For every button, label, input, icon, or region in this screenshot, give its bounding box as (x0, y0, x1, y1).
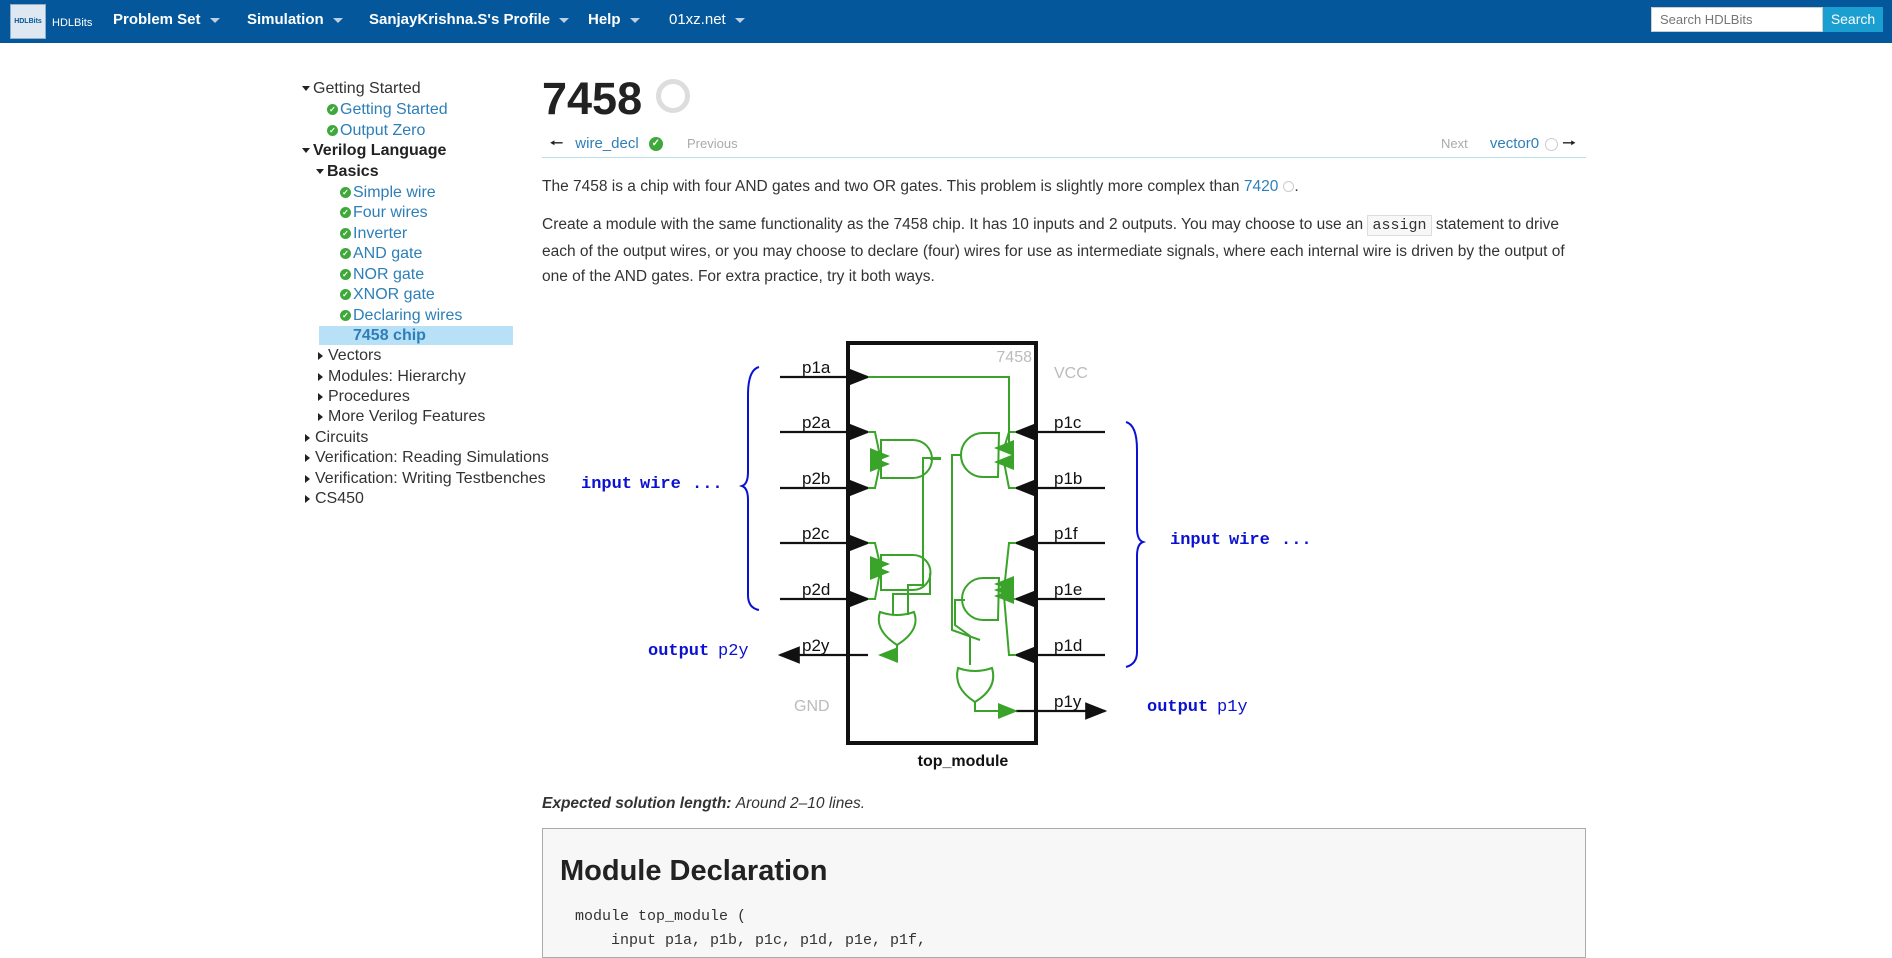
module-name: top_module (918, 753, 1009, 770)
vcc-label: VCC (1054, 365, 1088, 382)
output-p2y: p2y (718, 642, 749, 661)
module-declaration-heading: Module Declaration (560, 855, 828, 887)
pin-p1y: p1y (1054, 692, 1082, 711)
left-brace (738, 366, 760, 611)
expected-length: Expected solution length: Around 2–10 li… (542, 795, 866, 812)
pin-p2b: p2b (802, 469, 830, 488)
code-line: input p1a, p1b, p1c, p1d, p1e, p1f, (575, 932, 927, 949)
right-brace (1125, 421, 1147, 668)
gnd-label: GND (794, 698, 830, 715)
pin-p2y: p2y (802, 636, 830, 655)
pin-p2a: p2a (802, 413, 831, 432)
module-code: module top_module ( input p1a, p1b, p1c,… (575, 905, 926, 953)
pin-p1f: p1f (1054, 524, 1078, 543)
pin-p1a: p1a (802, 358, 831, 377)
pin-p1d: p1d (1054, 636, 1082, 655)
right-input-ellipsis: ... (1281, 531, 1312, 550)
pin-p1c: p1c (1054, 413, 1082, 432)
internal-wiring (868, 376, 1018, 719)
output-kw-left: output (648, 642, 709, 661)
code-line: module top_module ( (575, 908, 747, 925)
output-p1y: p1y (1217, 698, 1248, 717)
output-kw-right: output (1147, 698, 1208, 717)
left-input-kw: input (581, 475, 632, 494)
pin-p1e: p1e (1054, 580, 1082, 599)
right-input-wire: wire (1229, 531, 1270, 550)
left-input-wire: wire (640, 475, 681, 494)
pin-p2c: p2c (802, 524, 830, 543)
chip-outline (846, 341, 1038, 745)
pin-p1b: p1b (1054, 469, 1082, 488)
right-input-kw: input (1170, 531, 1221, 550)
chip-name: 7458 (996, 349, 1032, 366)
chip-7458-diagram: 7458 VCC GND top_module p1a p2a p2b p2c … (581, 341, 1312, 770)
pin-p2d: p2d (802, 580, 830, 599)
pin-labels: p1a p2a p2b p2c p2d p2y p1c p1b p1f p1e … (802, 358, 1082, 711)
module-declaration-box: Module Declaration module top_module ( i… (542, 828, 1586, 958)
io-labels: input wire ... input wire ... output p2y… (581, 475, 1312, 717)
left-input-ellipsis: ... (692, 475, 723, 494)
